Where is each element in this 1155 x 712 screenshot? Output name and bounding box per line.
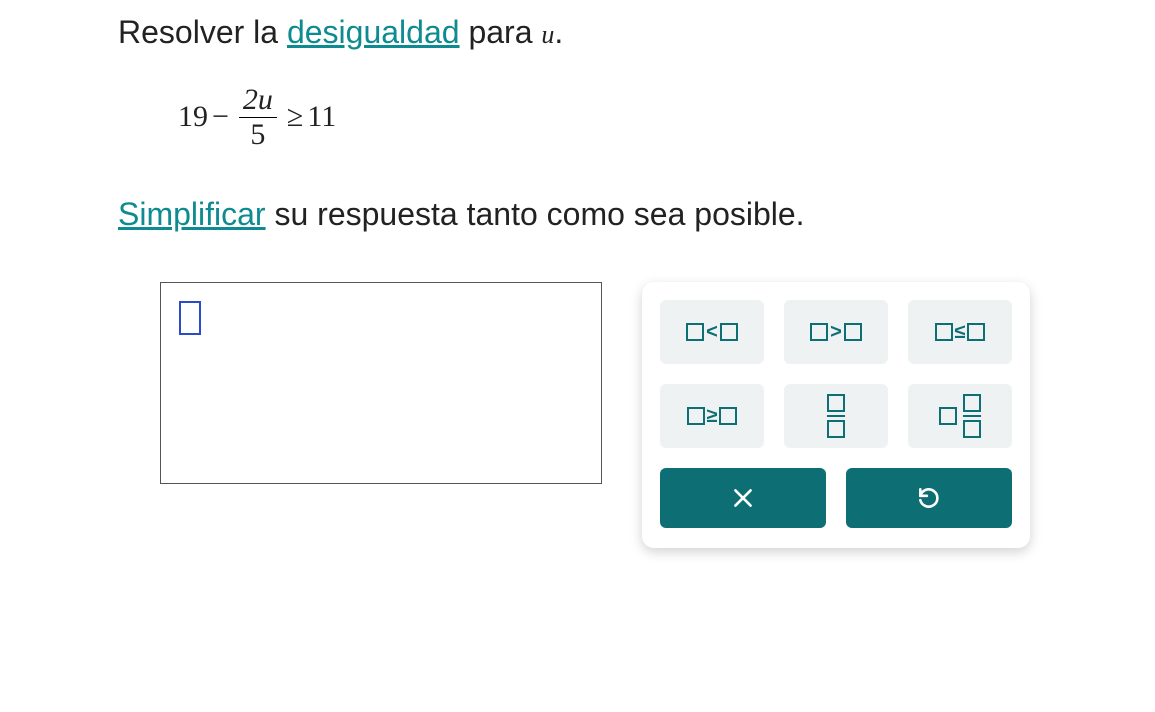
- desigualdad-link[interactable]: desigualdad: [287, 14, 460, 50]
- inequality-expression: 19 − 2u 5 ≥ 11: [178, 84, 1155, 150]
- const-11: 11: [307, 100, 336, 134]
- le-symbol: ≤: [955, 321, 966, 344]
- variable-u: u: [541, 20, 554, 49]
- minus-sign: −: [212, 100, 229, 134]
- answer-placeholder-box: [179, 301, 201, 335]
- fraction-denominator: 5: [250, 118, 265, 151]
- symbol-toolbox: < > ≤ ≥: [642, 282, 1030, 548]
- text: su respuesta tanto como sea posible.: [266, 196, 805, 232]
- lt-symbol: <: [706, 321, 718, 344]
- fraction-numerator: 2u: [239, 84, 277, 118]
- instruction-line-1: Resolver la desigualdad para u.: [118, 8, 1155, 56]
- mixed-number-button[interactable]: [908, 384, 1012, 448]
- fraction-2u-over-5: 2u 5: [239, 84, 277, 150]
- undo-button[interactable]: [846, 468, 1012, 528]
- text: Resolver la: [118, 14, 287, 50]
- greater-than-button[interactable]: >: [784, 300, 888, 364]
- gt-symbol: >: [830, 321, 842, 344]
- undo-icon: [916, 485, 942, 511]
- simplificar-link[interactable]: Simplificar: [118, 196, 266, 232]
- fraction-button[interactable]: [784, 384, 888, 448]
- text: para: [460, 14, 542, 50]
- answer-input[interactable]: [160, 282, 602, 484]
- clear-button[interactable]: [660, 468, 826, 528]
- instruction-line-2: Simplificar su respuesta tanto como sea …: [118, 190, 1155, 238]
- const-19: 19: [178, 100, 208, 134]
- less-equal-button[interactable]: ≤: [908, 300, 1012, 364]
- less-than-button[interactable]: <: [660, 300, 764, 364]
- relation-ge: ≥: [287, 100, 303, 134]
- greater-equal-button[interactable]: ≥: [660, 384, 764, 448]
- close-icon: [730, 485, 756, 511]
- ge-symbol: ≥: [707, 405, 718, 428]
- text: .: [554, 14, 563, 50]
